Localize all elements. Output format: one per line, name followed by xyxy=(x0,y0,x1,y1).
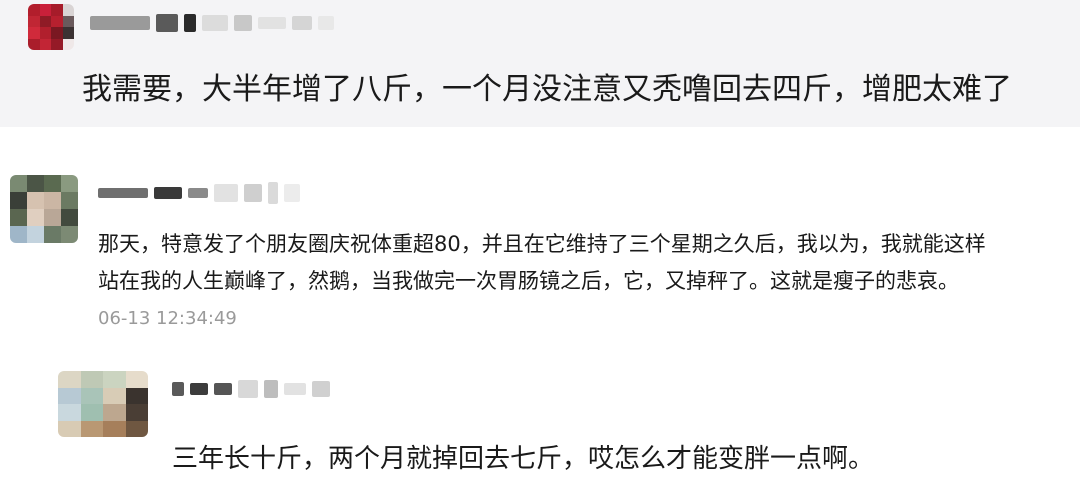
comment-timestamp: 06-13 12:34:49 xyxy=(98,308,237,329)
comment-text: 我需要，大半年增了八斤，一个月没注意又秃噜回去四斤，增肥太难了 xyxy=(82,72,1012,107)
comment-text-line-2: 站在我的人生巅峰了，然鹅，当我做完一次胃肠镜之后，它，又掉秤了。这就是瘦子的悲哀… xyxy=(98,269,959,293)
username-blurred[interactable] xyxy=(98,181,300,205)
comment-text-line-1: 那天，特意发了个朋友圈庆祝体重超80，并且在它维持了三个星期之久后，我以为，我就… xyxy=(98,232,986,256)
user-avatar[interactable] xyxy=(28,4,74,50)
comment-item-3[interactable]: 三年长十斤，两个月就掉回去七斤，哎怎么才能变胖一点啊。 xyxy=(0,347,1080,500)
user-avatar[interactable] xyxy=(58,371,148,437)
comment-text: 三年长十斤，两个月就掉回去七斤，哎怎么才能变胖一点啊。 xyxy=(172,444,875,474)
user-avatar[interactable] xyxy=(10,175,78,243)
comment-item-1[interactable]: 我需要，大半年增了八斤，一个月没注意又秃噜回去四斤，增肥太难了 xyxy=(0,0,1080,127)
username-blurred[interactable] xyxy=(90,10,334,36)
username-blurred[interactable] xyxy=(172,377,330,401)
comment-item-2[interactable]: 那天，特意发了个朋友圈庆祝体重超80，并且在它维持了三个星期之久后，我以为，我就… xyxy=(0,127,1080,347)
